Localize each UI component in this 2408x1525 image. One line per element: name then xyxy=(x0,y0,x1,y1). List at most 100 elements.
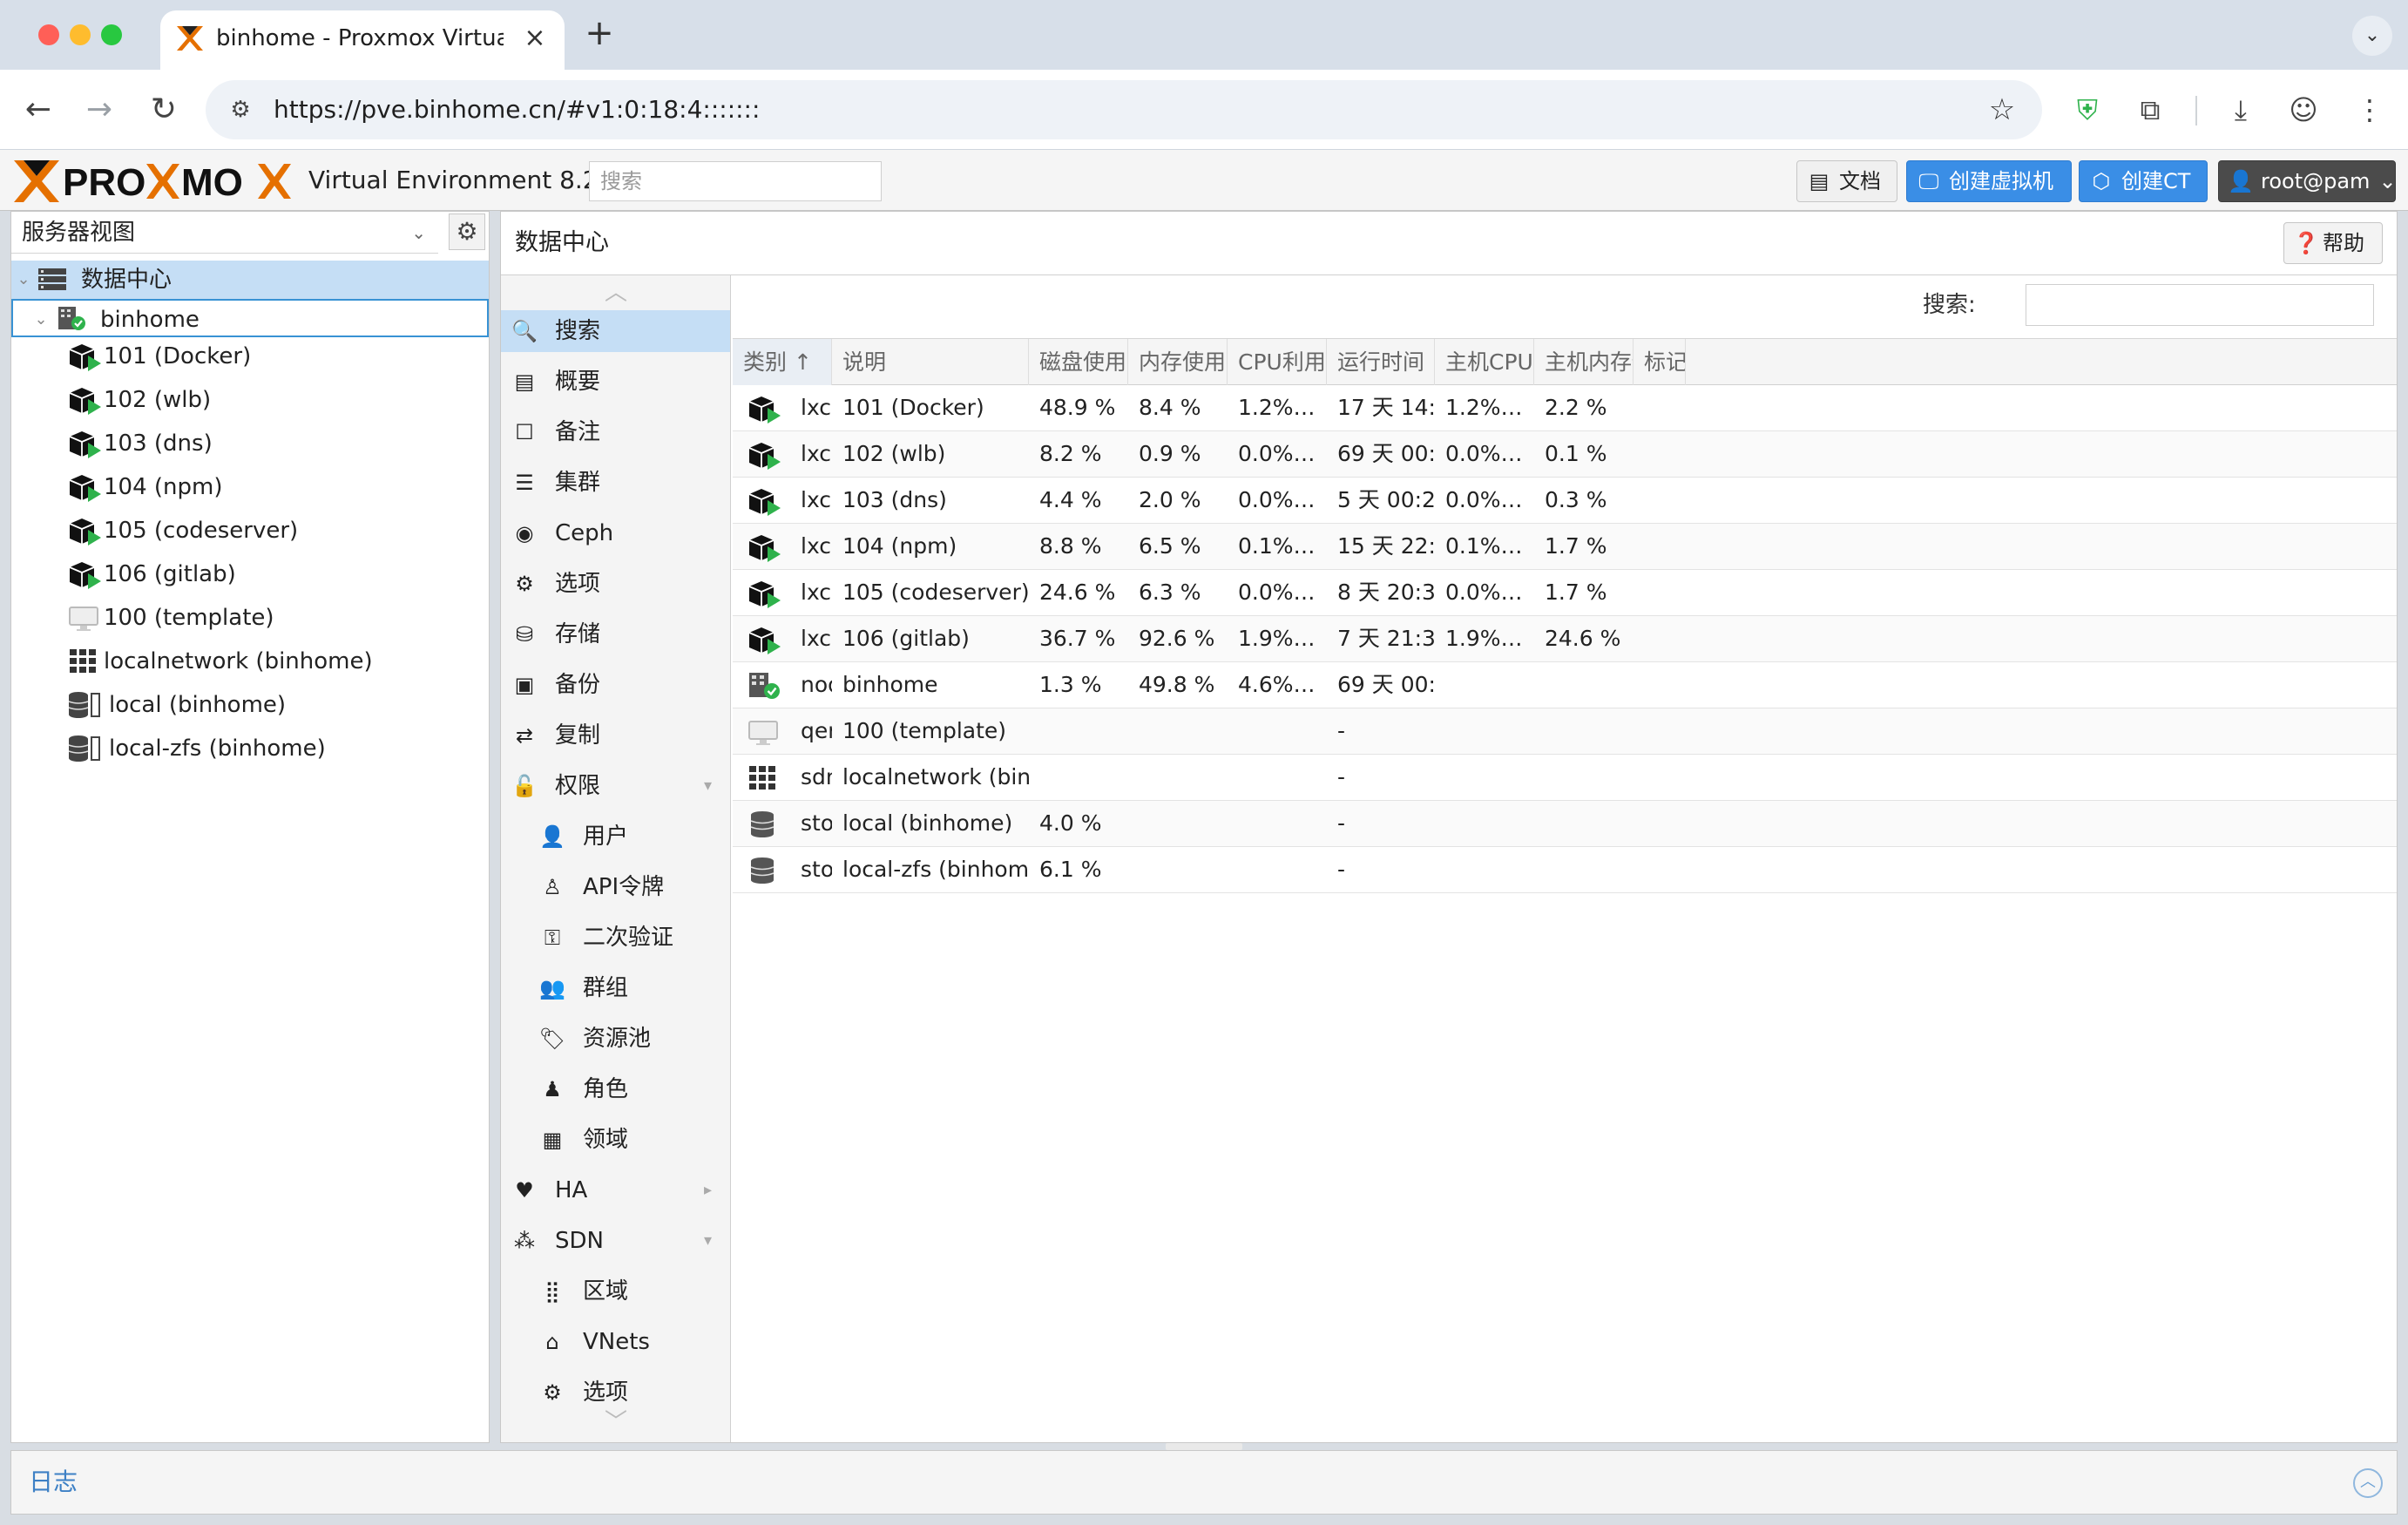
menu-item-key[interactable]: ⚿ 二次验证 xyxy=(501,917,730,959)
browser-tab-active[interactable]: binhome - Proxmox Virtual Environment × xyxy=(160,10,565,70)
tree-item-guest[interactable]: 101 (Docker) xyxy=(11,337,489,376)
profile-avatar-icon[interactable]: ☺ xyxy=(2283,89,2324,131)
table-row[interactable]: lxc 103 (dns) 4.4 % 2.0 % 0.0% of 2 CPUs 5 天 … xyxy=(733,478,2397,524)
cell-type-label: storage xyxy=(801,810,832,836)
search-input[interactable] xyxy=(2026,284,2374,326)
cell-type-label: lxc xyxy=(801,487,832,512)
tree-item-guest[interactable]: 103 (dns) xyxy=(11,424,489,463)
docs-button[interactable]: ▤ 文档 xyxy=(1796,160,1897,202)
cell-disk: 4.4 % xyxy=(1039,487,1102,512)
tree-settings-gear-icon[interactable]: ⚙ xyxy=(449,214,485,250)
extensions-puzzle-icon[interactable]: ⧉ xyxy=(2129,89,2171,131)
table-row[interactable]: lxc 104 (npm) 8.8 % 6.5 % 0.1% of 4 CPUs 15 天… xyxy=(733,524,2397,570)
help-button[interactable]: ❓ 帮助 xyxy=(2283,222,2383,264)
column-header[interactable]: 主机CPU利… xyxy=(1435,339,1534,386)
tree-item-datacenter[interactable]: ⌄ 数据中心 xyxy=(11,261,489,299)
menu-item-floppy[interactable]: ▣ 备份 xyxy=(501,664,730,706)
menu-item-sdn[interactable]: ⁂ SDN ▾ xyxy=(501,1220,730,1262)
chevron-right-icon[interactable]: ▸ xyxy=(704,1169,712,1211)
cell-mem xyxy=(1128,801,1228,846)
menu-item-tags[interactable]: 🏷 资源池 xyxy=(501,1018,730,1060)
menu-item-database[interactable]: ⛁ 存储 xyxy=(501,613,730,655)
log-title[interactable]: 日志 xyxy=(29,1451,78,1514)
tree-item-guest[interactable]: 106 (gitlab) xyxy=(11,555,489,593)
menu-item-grid[interactable]: ⣿ 区域 xyxy=(501,1271,730,1312)
tree-item-guest[interactable]: 104 (npm) xyxy=(11,468,489,506)
tree-item-guest[interactable]: 105 (codeserver) xyxy=(11,512,489,550)
menu-item-user[interactable]: 👤 用户 xyxy=(501,816,730,857)
splitter-handle[interactable] xyxy=(1166,1443,1242,1450)
chevron-down-icon[interactable]: ▾ xyxy=(704,1220,712,1262)
cell-desc: local-zfs (binhome) xyxy=(842,857,1029,882)
view-selector[interactable]: 服务器视图 ⌄ xyxy=(11,212,438,254)
table-row[interactable]: lxc 105 (codeserver) 24.6 % 6.3 % 0.0% of 4 … xyxy=(733,570,2397,616)
menu-item-heartbeat[interactable]: ♥ HA ▸ xyxy=(501,1169,730,1211)
menu-item-server[interactable]: ☰ 集群 xyxy=(501,462,730,504)
user-menu-button[interactable]: 👤 root@pam ⌄ xyxy=(2218,160,2397,202)
table-row[interactable]: storage local-zfs (binhome) 6.1 % - xyxy=(733,847,2397,893)
column-header[interactable]: CPU利用率 xyxy=(1228,339,1327,386)
table-row[interactable]: lxc 106 (gitlab) 36.7 % 92.6 % 1.9% of 4 CPU… xyxy=(733,616,2397,662)
table-row[interactable]: lxc 101 (Docker) 48.9 % 8.4 % 1.2% of 4 CPUs… xyxy=(733,385,2397,431)
column-header[interactable]: 标记 xyxy=(1634,339,1686,386)
tab-close-icon[interactable]: × xyxy=(519,23,551,54)
column-header[interactable]: 磁盘使用率… xyxy=(1029,339,1128,386)
table-row[interactable]: sdn localnetwork (binhome) - xyxy=(733,755,2397,801)
forward-arrow-icon[interactable]: → xyxy=(78,89,120,131)
menu-item-search[interactable]: 🔍 搜索 xyxy=(501,310,730,352)
browser-menu-icon[interactable]: ⋮ xyxy=(2349,89,2391,131)
menu-item-users[interactable]: 👥 群组 xyxy=(501,967,730,1009)
site-settings-icon[interactable]: ⚙ xyxy=(225,94,256,125)
column-header[interactable]: 主机内存使… xyxy=(1534,339,1634,386)
global-search-input[interactable]: 搜索 xyxy=(589,161,882,201)
menu-item-unlock[interactable]: 🔓 权限 ▾ xyxy=(501,765,730,807)
table-row[interactable]: qemu 100 (template) - xyxy=(733,708,2397,755)
column-header[interactable]: 说明 xyxy=(832,339,1029,386)
tree-item-guest[interactable]: 102 (wlb) xyxy=(11,381,489,419)
menu-scroll-down-icon[interactable]: ﹀ xyxy=(501,1405,730,1440)
menu-item-label: 存储 xyxy=(555,621,601,647)
expand-arrow-icon[interactable]: ⌄ xyxy=(32,301,50,339)
bookmark-star-icon[interactable]: ☆ xyxy=(1985,92,2019,127)
menu-item-book[interactable]: ▤ 概要 xyxy=(501,361,730,403)
expand-arrow-icon[interactable]: ⌄ xyxy=(15,261,32,299)
menu-item-ceph[interactable]: ◉ Ceph xyxy=(501,512,730,554)
column-header[interactable]: 运行时间 xyxy=(1327,339,1435,386)
chevron-down-icon[interactable]: ▾ xyxy=(704,765,712,807)
tab-search-button[interactable]: ⌄ xyxy=(2352,16,2392,56)
address-bar[interactable]: ⚙ https://pve.binhome.cn/#v1:0:18:4:::::… xyxy=(206,80,2042,139)
create-ct-button[interactable]: ⬡ 创建CT xyxy=(2079,160,2208,202)
table-row[interactable]: lxc 102 (wlb) 8.2 % 0.9 % 0.0% of 2 CPUs 69 天… xyxy=(733,431,2397,478)
window-close-button[interactable] xyxy=(38,24,59,45)
table-row[interactable]: storage local (binhome) 4.0 % - xyxy=(733,801,2397,847)
reload-icon[interactable]: ↻ xyxy=(143,89,185,131)
menu-item-male[interactable]: ♟ 角色 xyxy=(501,1068,730,1110)
search-label: 搜索: xyxy=(1923,292,1976,318)
tree-item-guest[interactable]: 100 (template) xyxy=(11,599,489,637)
tree-item-guest[interactable]: localnetwork (binhome) xyxy=(11,642,489,681)
table-row[interactable]: node binhome 1.3 % 49.8 % 4.6% of 4 CPUs 69 天… xyxy=(733,662,2397,708)
column-header[interactable]: 类别 ↑ xyxy=(733,339,832,386)
window-minimize-button[interactable] xyxy=(70,24,91,45)
menu-item-address-book[interactable]: ▦ 领域 xyxy=(501,1119,730,1161)
menu-item-user-outline[interactable]: ♙ API令牌 xyxy=(501,866,730,908)
column-header-label: 运行时间 xyxy=(1337,349,1425,375)
download-icon[interactable]: ⤓ xyxy=(2220,89,2262,131)
tree-item-guest[interactable]: local (binhome) xyxy=(11,686,489,724)
window-zoom-button[interactable] xyxy=(101,24,122,45)
tree-item-guest[interactable]: local-zfs (binhome) xyxy=(11,729,489,768)
shield-extension-icon[interactable]: ⛨ xyxy=(2066,89,2108,131)
collapse-up-icon[interactable]: ︿ xyxy=(2353,1468,2383,1498)
menu-scroll-up-icon[interactable]: ︿ xyxy=(501,275,730,310)
menu-item-sitemap[interactable]: ⌂ VNets xyxy=(501,1321,730,1363)
menu-item-retweet[interactable]: ⇄ 复制 xyxy=(501,715,730,756)
new-tab-button[interactable]: + xyxy=(582,16,617,51)
url-text[interactable]: https://pve.binhome.cn/#v1:0:18:4::::::: xyxy=(274,80,760,139)
menu-item-gear[interactable]: ⚙ 选项 xyxy=(501,563,730,605)
tree-item-node[interactable]: ⌄ binhome xyxy=(11,299,489,337)
back-arrow-icon[interactable]: ← xyxy=(17,89,59,131)
menu-item-notes[interactable]: ☐ 备注 xyxy=(501,411,730,453)
cell-tags xyxy=(1634,616,1686,661)
create-vm-button[interactable]: 🖵 创建虚拟机 xyxy=(1906,160,2072,202)
column-header[interactable]: 内存使用率… xyxy=(1128,339,1228,386)
